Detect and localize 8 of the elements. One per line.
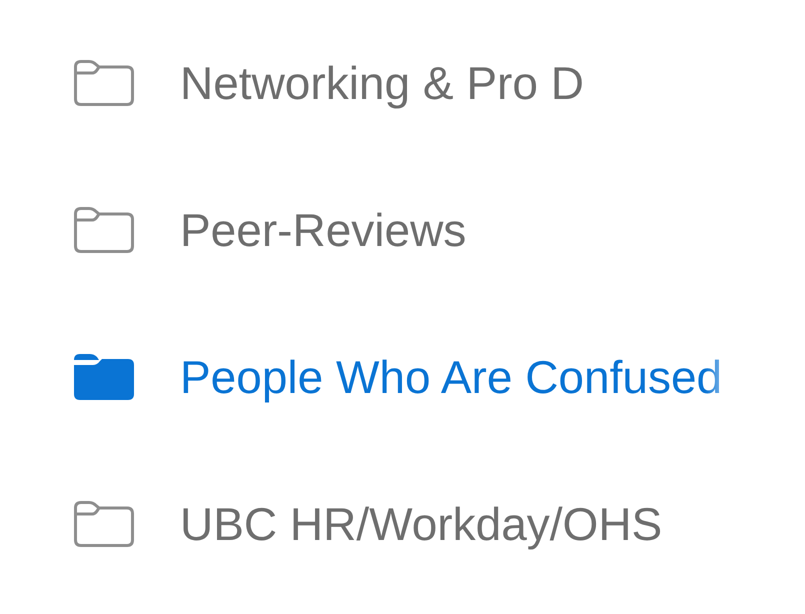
folder-list-item[interactable]: UBC HR/Workday/OHS [73, 450, 740, 597]
folder-list-item[interactable]: Peer-Reviews [73, 156, 740, 303]
folder-icon [73, 352, 135, 400]
folder-icon [73, 58, 135, 106]
folder-icon [73, 206, 135, 254]
folder-icon [73, 500, 135, 548]
folder-list-item[interactable]: People Who Are Confused [73, 303, 740, 450]
folder-list-item[interactable]: Networking & Pro D [73, 9, 740, 156]
